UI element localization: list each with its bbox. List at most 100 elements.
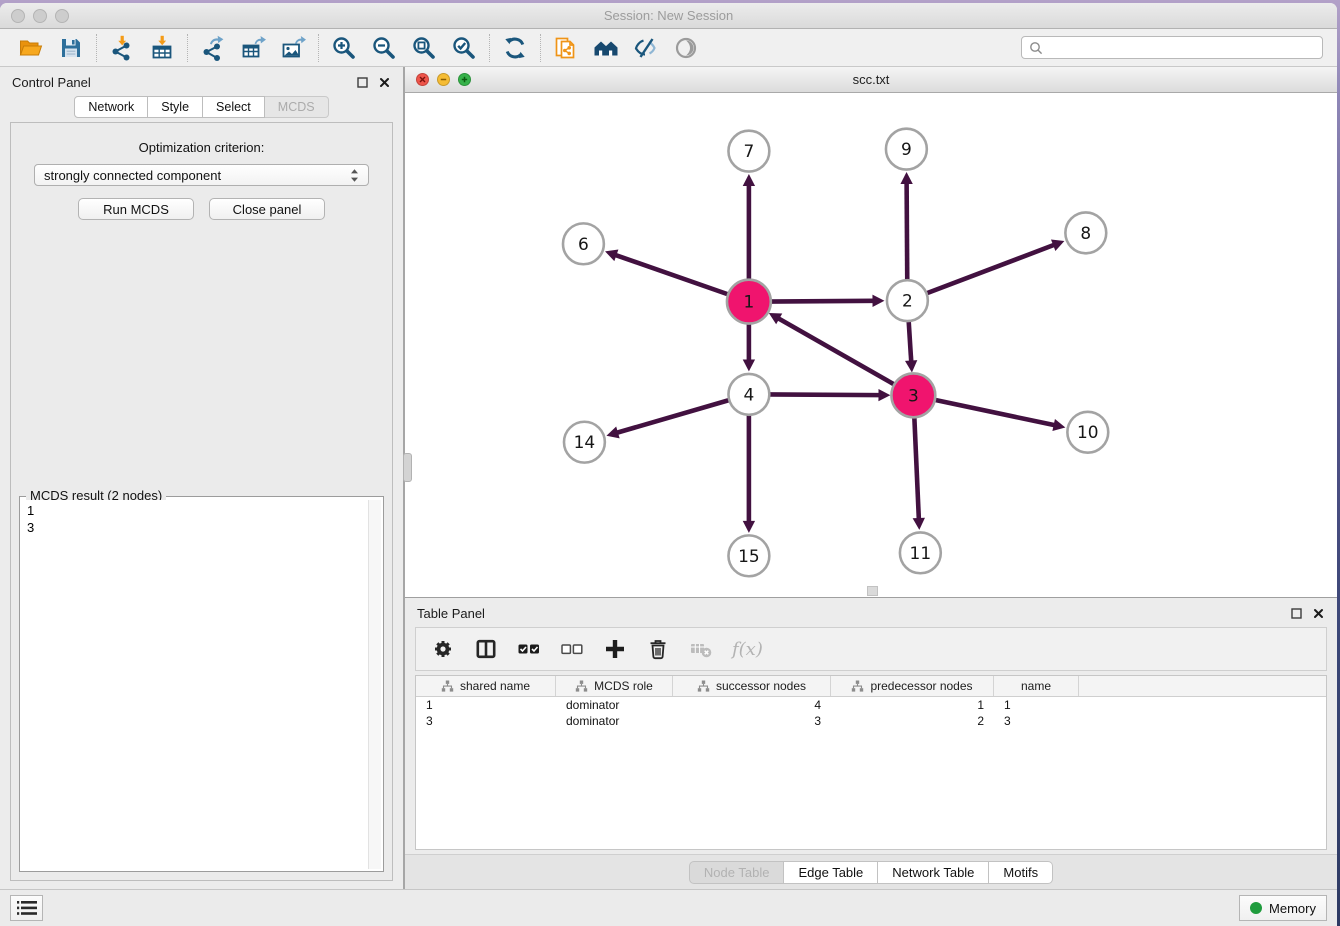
graph-edge-2-8[interactable]: [925, 239, 1064, 293]
right-column: scc.txt 7 9 6 8 1 2 4 3 14 10 15 11 Table Panel: [405, 67, 1337, 889]
splitter-handle-horizontal[interactable]: [867, 586, 878, 596]
search-input[interactable]: [1048, 40, 1315, 56]
add-column-icon[interactable]: [603, 637, 627, 661]
zoom-in-icon[interactable]: [331, 35, 357, 61]
graph-edge-3-1[interactable]: [769, 313, 897, 386]
zoom-selected-icon[interactable]: [451, 35, 477, 61]
run-mcds-button[interactable]: Run MCDS: [78, 198, 194, 220]
mcds-tab-content: Optimization criterion: strongly connect…: [10, 122, 393, 881]
graph-edge-3-10[interactable]: [932, 399, 1065, 431]
graph-edge-1-6[interactable]: [605, 249, 731, 295]
control-panel-tabs: NetworkStyleSelectMCDS: [0, 96, 403, 118]
optimization-criterion-label: Optimization criterion:: [11, 140, 392, 155]
close-window-button[interactable]: [11, 9, 25, 23]
tab-edge-table[interactable]: Edge Table: [784, 861, 878, 884]
apply-layout-icon[interactable]: [502, 35, 528, 61]
graph-node-2[interactable]: 2: [887, 280, 928, 321]
graph-node-4[interactable]: 4: [728, 374, 769, 415]
tab-mcds[interactable]: MCDS: [265, 96, 329, 118]
svg-text:4: 4: [744, 384, 755, 404]
tab-network-table[interactable]: Network Table: [878, 861, 989, 884]
app-window: Session: New Session: [0, 3, 1337, 926]
mcds-result-list[interactable]: 13: [22, 500, 368, 869]
column-header-name[interactable]: name: [994, 676, 1079, 696]
minimize-network-button[interactable]: [437, 73, 450, 86]
zoom-fit-icon[interactable]: [411, 35, 437, 61]
import-network-icon[interactable]: [109, 35, 135, 61]
network-view-title: scc.txt: [405, 72, 1337, 87]
graph-edge-2-3[interactable]: [905, 320, 917, 373]
graph-edge-1-4[interactable]: [743, 321, 755, 372]
graph-edge-2-9[interactable]: [900, 172, 912, 282]
graph-node-10[interactable]: 10: [1067, 412, 1108, 453]
zoom-out-icon[interactable]: [371, 35, 397, 61]
graph-node-15[interactable]: 15: [728, 535, 769, 576]
criterion-select[interactable]: strongly connected component: [34, 164, 369, 186]
tab-node-table[interactable]: Node Table: [689, 861, 785, 884]
table-row[interactable]: 1dominator411: [416, 697, 1326, 713]
import-table-icon[interactable]: [149, 35, 175, 61]
column-header-predecessor-nodes[interactable]: predecessor nodes: [831, 676, 994, 696]
graph-edge-4-3[interactable]: [768, 389, 891, 401]
graph-node-6[interactable]: 6: [563, 223, 604, 264]
table-row[interactable]: 3dominator323: [416, 713, 1326, 729]
close-network-button[interactable]: [416, 73, 429, 86]
delete-columns-icon[interactable]: [646, 637, 670, 661]
graph-node-8[interactable]: 8: [1065, 212, 1106, 253]
graph-edge-4-14[interactable]: [606, 400, 730, 439]
search-icon: [1029, 41, 1043, 55]
minimize-window-button[interactable]: [33, 9, 47, 23]
tab-motifs[interactable]: Motifs: [989, 861, 1053, 884]
graph-node-14[interactable]: 14: [564, 422, 605, 463]
splitter-handle-vertical[interactable]: [403, 453, 412, 482]
criterion-value: strongly connected component: [44, 168, 221, 183]
table-settings-icon[interactable]: [431, 637, 455, 661]
result-scrollbar[interactable]: [368, 500, 381, 869]
graph-edge-1-7[interactable]: [743, 174, 755, 283]
export-image-icon[interactable]: [280, 35, 306, 61]
open-session-icon[interactable]: [18, 35, 44, 61]
graph-edge-3-11[interactable]: [913, 414, 925, 530]
first-neighbors-icon[interactable]: [593, 35, 619, 61]
maximize-network-button[interactable]: [458, 73, 471, 86]
new-network-from-selection-icon[interactable]: [553, 35, 579, 61]
search-box[interactable]: [1021, 36, 1323, 59]
tab-network[interactable]: Network: [74, 96, 148, 118]
column-header-mcds-role[interactable]: MCDS role: [556, 676, 673, 696]
main-toolbar: [0, 29, 1337, 67]
float-panel-icon[interactable]: [356, 76, 369, 89]
graph-node-11[interactable]: 11: [900, 532, 941, 573]
tab-style[interactable]: Style: [148, 96, 203, 118]
tab-select[interactable]: Select: [203, 96, 265, 118]
select-all-columns-icon[interactable]: [517, 637, 541, 661]
hide-selected-icon[interactable]: [633, 35, 659, 61]
graph-edge-1-2[interactable]: [768, 295, 885, 307]
network-canvas[interactable]: 7 9 6 8 1 2 4 3 14 10 15 11: [405, 93, 1337, 597]
graph-node-7[interactable]: 7: [728, 131, 769, 172]
table-panel-header: Table Panel: [405, 598, 1337, 624]
maximize-window-button[interactable]: [55, 9, 69, 23]
select-caret-icon: [350, 168, 359, 183]
result-item: 1: [27, 502, 363, 519]
svg-text:6: 6: [578, 234, 589, 254]
show-columns-icon[interactable]: [474, 637, 498, 661]
save-session-icon[interactable]: [58, 35, 84, 61]
graph-node-3[interactable]: 3: [891, 373, 935, 417]
svg-text:3: 3: [908, 385, 919, 405]
unselect-all-columns-icon[interactable]: [560, 637, 584, 661]
close-panel-icon[interactable]: [378, 76, 391, 89]
column-header-successor-nodes[interactable]: successor nodes: [673, 676, 831, 696]
column-header-shared-name[interactable]: shared name: [416, 676, 556, 696]
graph-node-9[interactable]: 9: [886, 129, 927, 170]
float-table-panel-icon[interactable]: [1290, 607, 1303, 620]
column-type-icon: [441, 680, 454, 693]
close-panel-button[interactable]: Close panel: [209, 198, 325, 220]
memory-button[interactable]: Memory: [1239, 895, 1327, 921]
graph-edge-4-15[interactable]: [743, 413, 755, 533]
show-all-icon[interactable]: [673, 35, 699, 61]
close-table-panel-icon[interactable]: [1312, 607, 1325, 620]
export-network-icon[interactable]: [200, 35, 226, 61]
task-history-button[interactable]: [10, 895, 43, 921]
export-table-icon[interactable]: [240, 35, 266, 61]
graph-node-1[interactable]: 1: [727, 280, 771, 324]
